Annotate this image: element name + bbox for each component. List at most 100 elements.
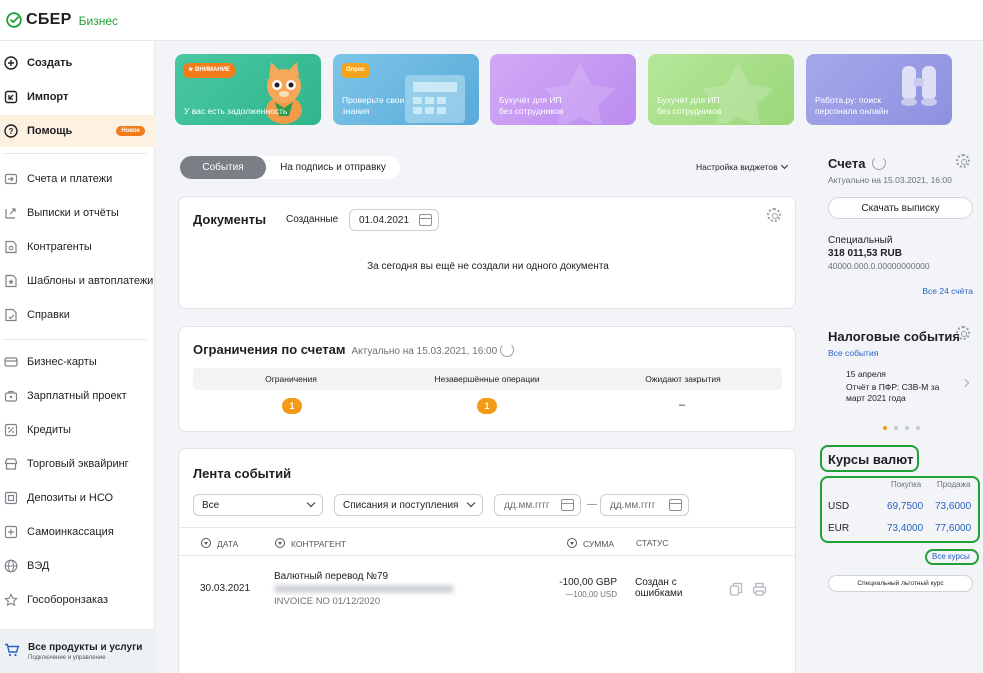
special-rate-button[interactable]: Специальный льготный курс xyxy=(828,575,973,592)
restrictions-refresh-icon[interactable] xyxy=(500,343,514,357)
sidebar-item-templates[interactable]: Шаблоны и автоплатежи xyxy=(0,265,155,297)
copy-icon[interactable] xyxy=(729,582,743,596)
tab-sign[interactable]: На подпись и отправку xyxy=(266,162,400,173)
counterparties-icon xyxy=(4,240,18,254)
all-accounts-link[interactable]: Все 24 счёта xyxy=(922,286,973,296)
payments-icon xyxy=(4,172,18,186)
feed-filter-all-select[interactable]: Все xyxy=(193,494,323,516)
sidebar-item-deposits[interactable]: Депозиты и НСО xyxy=(0,482,155,514)
all-tax-events-link[interactable]: Все события xyxy=(828,348,878,358)
sort-icon xyxy=(275,538,285,548)
accounts-updated: Актуально на 15.03.2021, 16:00 xyxy=(828,175,952,185)
widget-settings-button[interactable]: Настройка виджетов xyxy=(696,161,788,172)
carousel-dot[interactable] xyxy=(894,426,898,430)
restrictions-pending-badge[interactable]: 1 xyxy=(477,398,497,414)
promo-text: Проверьте свои знания xyxy=(342,95,405,116)
feed-filter-type-value: Списания и поступления xyxy=(343,499,459,511)
promo-card-rabota[interactable]: Работа.ру: поиск персонала онлайн xyxy=(806,54,952,125)
fx-col-buy: Покупка xyxy=(891,480,922,489)
sidebar-item-statements[interactable]: Выписки и отчёты xyxy=(0,197,155,229)
fx-usd-buy: 69,7500 xyxy=(887,501,924,512)
promo-card-quiz[interactable]: Опрос Проверьте свои знания xyxy=(333,54,479,125)
sidebar-item-label: Кредиты xyxy=(27,424,71,436)
all-rates-link[interactable]: Все курсы xyxy=(932,552,970,561)
documents-gear-icon[interactable] xyxy=(767,208,781,222)
download-statement-button[interactable]: Скачать выписку xyxy=(828,197,973,219)
feed-col-counterparty-label: КОНТРАГЕНТ xyxy=(291,539,347,549)
carousel-dot-active[interactable] xyxy=(883,426,887,430)
sidebar-item-import[interactable]: Импорт xyxy=(0,81,155,113)
svg-text:?: ? xyxy=(9,127,14,136)
feed-col-status: СТАТУС xyxy=(636,538,669,548)
card-icon xyxy=(4,355,18,369)
all-products-link[interactable]: Все продукты и услуги Подключение и упра… xyxy=(0,629,155,673)
fx-eur-sell: 77,6000 xyxy=(935,523,972,534)
sidebar-item-ved[interactable]: ВЭД xyxy=(0,550,155,582)
promo-text: Работа.ру: поиск персонала онлайн xyxy=(815,95,889,116)
sidebar-item-certificates[interactable]: Справки xyxy=(0,299,155,331)
row-date: 30.03.2021 xyxy=(200,583,251,594)
tax-gear-icon[interactable] xyxy=(956,326,970,340)
sidebar-item-create[interactable]: Создать xyxy=(0,47,155,79)
documents-filter-label: Созданные xyxy=(286,214,339,225)
feed-col-amount-label: СУММА xyxy=(583,539,615,549)
documents-date-input[interactable]: 01.04.2021 xyxy=(349,209,439,231)
sidebar-item-salary[interactable]: Зарплатный проект xyxy=(0,380,155,412)
deposit-icon xyxy=(4,491,18,505)
print-icon[interactable] xyxy=(752,582,767,596)
sidebar-item-acquiring[interactable]: Торговый эквайринг xyxy=(0,448,155,480)
fx-usd-code: USD xyxy=(828,501,850,512)
sidebar-item-label: Депозиты и НСО xyxy=(27,492,114,504)
import-icon xyxy=(4,90,18,104)
sidebar-item-label: Зарплатный проект xyxy=(27,390,127,402)
logo[interactable]: СБЕР Бизнес xyxy=(6,11,118,29)
promo-card-accounting-2[interactable]: Бухучёт для ИП без сотрудников xyxy=(648,54,794,125)
feed-title: Лента событий xyxy=(193,466,292,481)
fx-usd-sell: 73,6000 xyxy=(935,501,972,512)
feed-date-from-input[interactable]: дд.мм.гггг xyxy=(494,494,581,516)
sber-logo-icon xyxy=(6,12,22,28)
restrictions-closing-value: – xyxy=(679,399,686,411)
salary-icon xyxy=(4,389,18,403)
sidebar-item-help[interactable]: ? Помощь Новое xyxy=(0,115,155,147)
sidebar-item-label: Шаблоны и автоплатежи xyxy=(27,275,154,287)
sidebar-item-counterparties[interactable]: Контрагенты xyxy=(0,231,155,263)
feed-date-to-input[interactable]: дд.мм.гггг xyxy=(600,494,689,516)
sidebar-item-label: Контрагенты xyxy=(27,241,92,253)
accounts-gear-icon[interactable] xyxy=(956,154,970,168)
carousel-dot[interactable] xyxy=(916,426,920,430)
tab-events[interactable]: События xyxy=(180,156,266,179)
feed-col-date[interactable]: ДАТА xyxy=(201,538,238,549)
row-amount: -100,00 GBP xyxy=(559,577,617,588)
widget-settings-label: Настройка виджетов xyxy=(696,162,778,172)
sidebar-item-cash[interactable]: Самоинкассация xyxy=(0,516,155,548)
accounts-refresh-icon[interactable] xyxy=(872,156,886,170)
sidebar-item-gos[interactable]: Гособоронзаказ xyxy=(0,584,155,616)
row-name: Валютный перевод №79 xyxy=(274,571,389,582)
sort-icon xyxy=(567,538,577,548)
promo-card-debt[interactable]: ★ ВНИМАНИЕ У вас есть задолженность xyxy=(175,54,321,125)
brand-sub: Бизнес xyxy=(78,14,118,28)
carousel-dot[interactable] xyxy=(905,426,909,430)
promo-tag: ★ ВНИМАНИЕ xyxy=(183,63,236,78)
calendar-icon xyxy=(419,214,432,226)
chevron-right-icon[interactable] xyxy=(960,378,970,388)
sidebar-item-business-cards[interactable]: Бизнес-карты xyxy=(0,346,155,378)
feed-filter-type-select[interactable]: Списания и поступления xyxy=(334,494,483,516)
table-row[interactable]: 30.03.2021 Валютный перевод №79 INVOICE … xyxy=(179,561,795,611)
feed-col-counterparty[interactable]: КОНТРАГЕНТ xyxy=(275,538,346,549)
sidebar-item-payments[interactable]: Счета и платежи xyxy=(0,163,155,195)
sidebar-item-label: Создать xyxy=(27,57,73,69)
feed-col-amount[interactable]: СУММА xyxy=(567,538,614,549)
globe-icon xyxy=(4,559,18,573)
promo-card-accounting-1[interactable]: Бухучёт для ИП без сотрудников xyxy=(490,54,636,125)
chevron-down-icon xyxy=(780,161,788,170)
chevron-down-icon xyxy=(466,498,476,508)
restrictions-limits-badge[interactable]: 1 xyxy=(282,398,302,414)
sidebar-item-credits[interactable]: Кредиты xyxy=(0,414,155,446)
documents-empty-text: За сегодня вы ещё не создали ни одного д… xyxy=(367,261,609,272)
restrictions-col-limits: Ограничения xyxy=(265,374,317,384)
sidebar-divider xyxy=(4,153,147,154)
restrictions-col-closing: Ожидают закрытия xyxy=(645,374,721,384)
promo-text: Бухучёт для ИП без сотрудников xyxy=(499,95,564,116)
